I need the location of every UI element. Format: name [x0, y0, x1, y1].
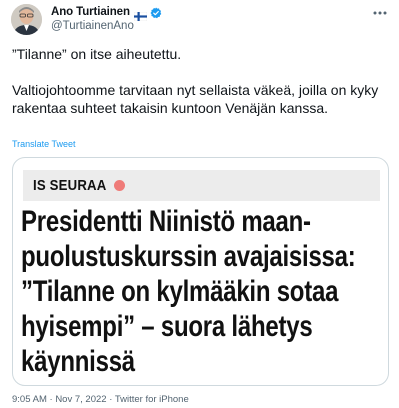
author-name-row[interactable]: Ano Turtiainen — [51, 4, 162, 21]
translate-tweet-link[interactable]: Translate Tweet — [12, 139, 76, 149]
tweet-text-paragraph-2: Valtiojohtoomme tarvitaan nyt sellaista … — [12, 82, 379, 116]
finland-flag-icon — [133, 8, 148, 21]
meta-separator: · — [109, 394, 113, 405]
live-dot-icon — [114, 180, 126, 191]
tweet-date[interactable]: Nov 7, 2022 — [55, 394, 106, 405]
verified-badge-icon — [150, 6, 162, 19]
card-headline: Presidentti Niinistö maan- puolustuskurs… — [21, 204, 357, 379]
card-source-label: IS SEURAA — [33, 177, 107, 194]
card-source-banner: IS SEURAA — [23, 170, 380, 201]
card-headline-line: puolustuskurssin avajaisissa: — [21, 240, 356, 273]
display-name[interactable]: Ano Turtiainen — [51, 6, 130, 18]
tweet-meta: 9:05 AM · Nov 7, 2022 · Twitter for iPho… — [12, 394, 189, 405]
link-preview-card[interactable]: IS SEURAA Presidentti Niinistö maan- puo… — [12, 157, 389, 386]
avatar-image — [11, 4, 42, 35]
avatar[interactable] — [11, 4, 42, 35]
tweet-time[interactable]: 9:05 AM — [12, 394, 47, 405]
card-headline-line: ”Tilanne on kylmääkin sotaa — [21, 275, 339, 308]
card-headline-line: Presidentti Niinistö maan- — [21, 205, 311, 238]
author-handle[interactable]: @TurtiainenAno — [51, 20, 134, 32]
card-headline-line: käynnissä — [21, 345, 135, 378]
card-headline-line: hyisempi” – suora lähetys — [21, 310, 313, 343]
meta-separator: · — [49, 394, 53, 405]
tweet-client: Twitter for iPhone — [114, 394, 189, 405]
tweet-text-paragraph-1: ”Tilanne” on itse aiheutettu. — [12, 46, 182, 62]
tweet: Ano Turtiainen @TurtiainenAno ”Tilanne” … — [0, 0, 399, 408]
more-horizontal-icon[interactable] — [371, 6, 389, 20]
